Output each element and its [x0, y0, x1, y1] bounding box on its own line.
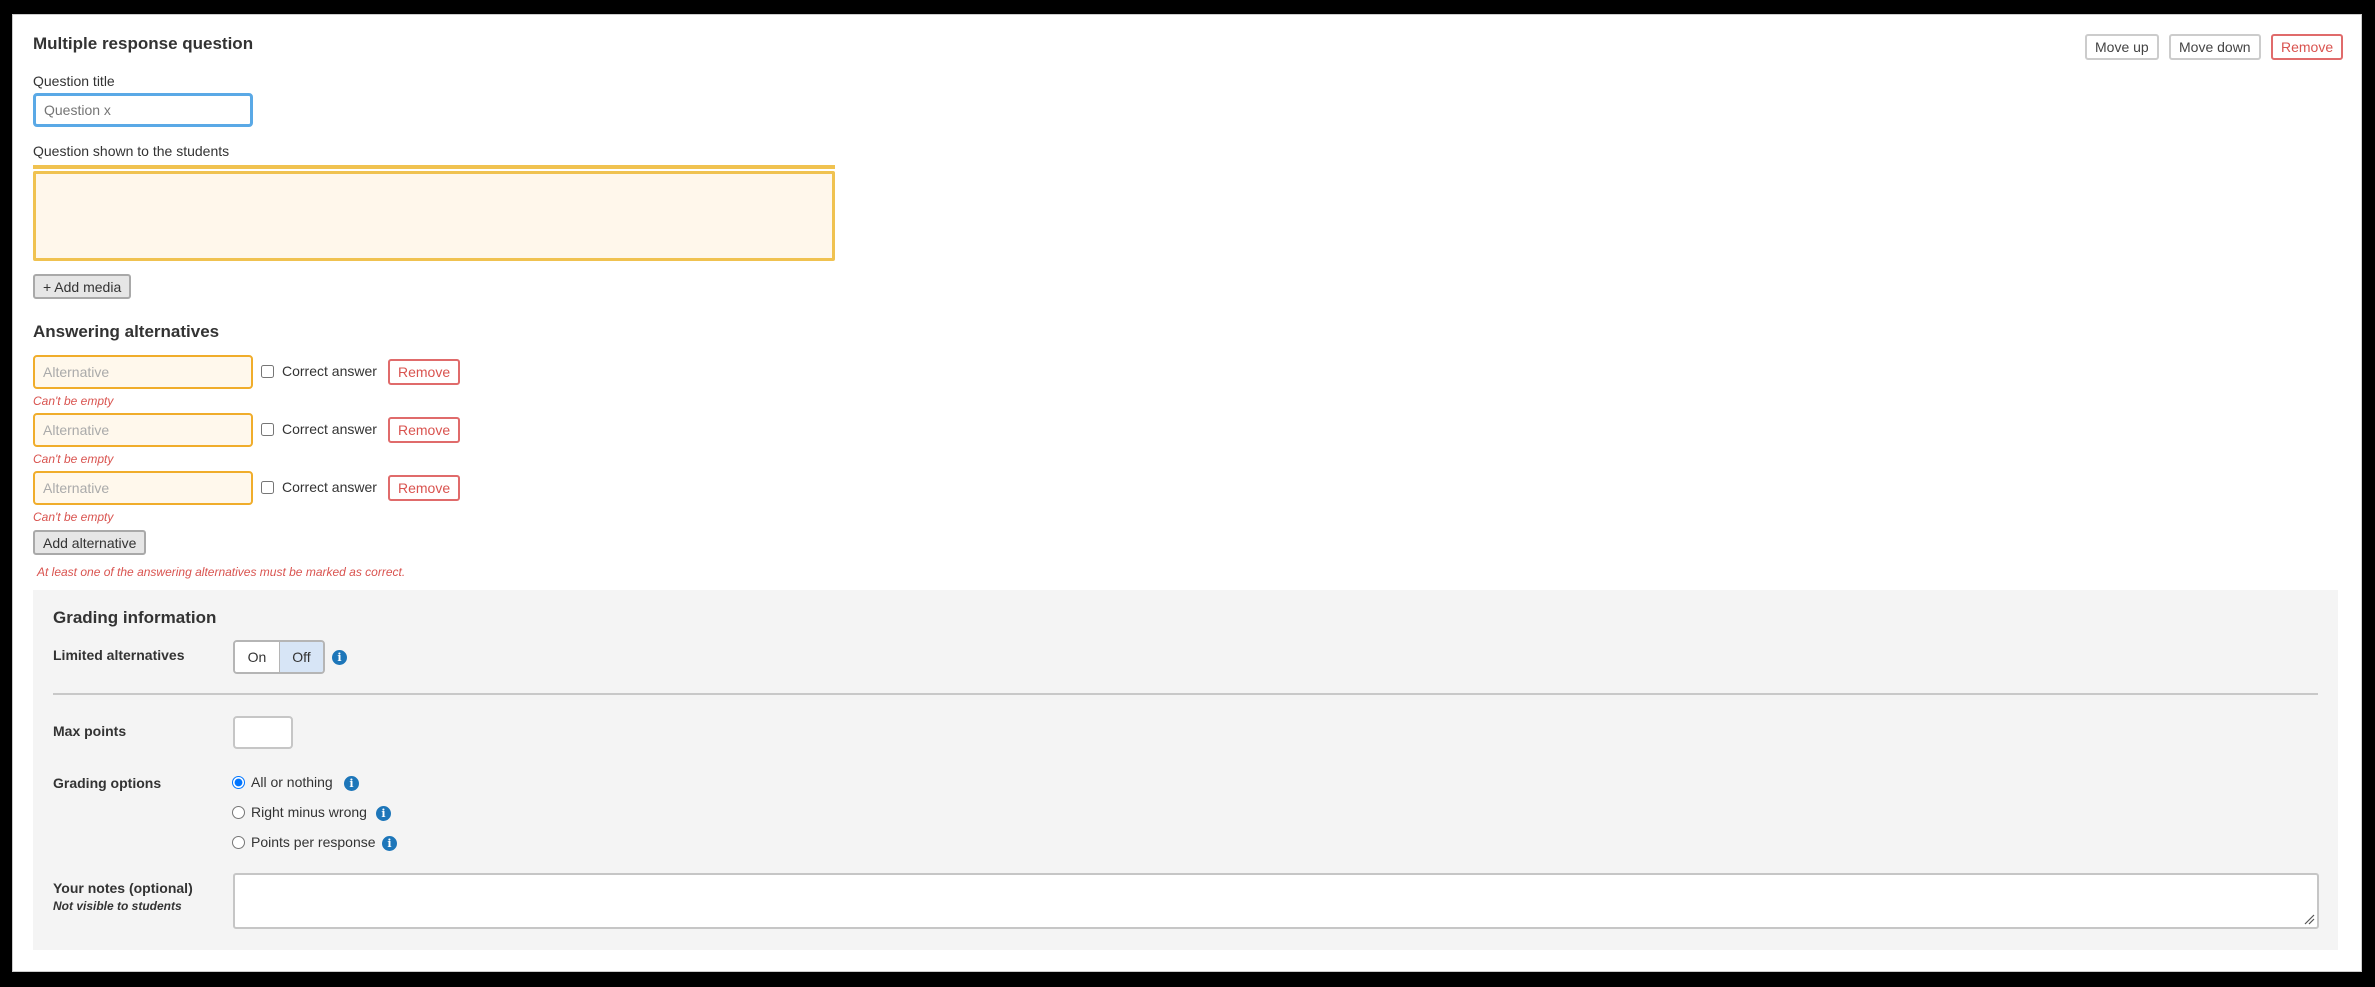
- correct-answer-check[interactable]: [261, 422, 274, 436]
- alternatives-validation-error: At least one of the answering alternativ…: [37, 565, 406, 579]
- grading-divider: [53, 693, 2318, 695]
- question-panel: Multiple response question Move up Move …: [12, 14, 2362, 972]
- question-title-input[interactable]: [33, 93, 253, 127]
- radio-button[interactable]: [232, 775, 245, 789]
- grading-heading: Grading information: [53, 608, 217, 627]
- correct-answer-label: Correct answer: [282, 363, 377, 379]
- add-alternative-button[interactable]: Add alternative: [33, 530, 147, 555]
- grading-options-label: Grading options: [53, 775, 162, 791]
- move-up-button[interactable]: Move up: [2085, 34, 2159, 60]
- question-text-editor[interactable]: [33, 171, 835, 261]
- max-points-label: Max points: [53, 723, 127, 739]
- max-points-input[interactable]: [233, 716, 293, 749]
- remove-alternative-button[interactable]: Remove: [388, 359, 461, 385]
- correct-answer-checkbox[interactable]: Correct answer: [261, 363, 377, 379]
- grading-option-label: Right minus wrong: [251, 804, 367, 820]
- info-icon[interactable]: i: [376, 806, 391, 821]
- add-media-button[interactable]: + Add media: [33, 274, 132, 299]
- limited-alternatives-toggle[interactable]: On Off: [233, 640, 325, 674]
- correct-answer-checkbox[interactable]: Correct answer: [261, 421, 377, 437]
- resize-handle-icon[interactable]: [2303, 913, 2315, 925]
- alternative-error: Can't be empty: [33, 452, 114, 466]
- radio-button[interactable]: [232, 835, 245, 849]
- remove-alternative-button[interactable]: Remove: [388, 475, 461, 501]
- correct-answer-checkbox[interactable]: Correct answer: [261, 479, 377, 495]
- correct-answer-label: Correct answer: [282, 421, 377, 437]
- correct-answer-check[interactable]: [261, 480, 274, 494]
- correct-answer-label: Correct answer: [282, 479, 377, 495]
- grading-option-label: Points per response: [251, 834, 376, 850]
- question-shown-label: Question shown to the students: [33, 143, 230, 159]
- alternative-error: Can't be empty: [33, 394, 114, 408]
- grading-section: Grading information Limited alternatives…: [33, 590, 2338, 950]
- remove-question-button[interactable]: Remove: [2271, 34, 2344, 60]
- remove-alternative-button[interactable]: Remove: [388, 417, 461, 443]
- info-icon[interactable]: i: [332, 650, 347, 665]
- toggle-off-option[interactable]: Off: [280, 642, 323, 672]
- question-heading: Multiple response question: [33, 34, 254, 53]
- notes-sublabel: Not visible to students: [53, 899, 182, 913]
- radio-button[interactable]: [232, 805, 245, 819]
- info-icon[interactable]: i: [344, 776, 359, 791]
- answering-alternatives-heading: Answering alternatives: [33, 322, 220, 341]
- grading-option-label: All or nothing: [251, 774, 333, 790]
- question-title-label: Question title: [33, 73, 115, 89]
- notes-textarea[interactable]: [233, 873, 2319, 929]
- grading-option-points-per-response[interactable]: Points per response: [232, 834, 376, 850]
- correct-answer-check[interactable]: [261, 364, 274, 378]
- move-down-button[interactable]: Move down: [2169, 34, 2261, 60]
- info-icon[interactable]: i: [382, 836, 397, 851]
- alternative-input[interactable]: [33, 413, 253, 447]
- alternative-input[interactable]: [33, 355, 253, 389]
- limited-alternatives-label: Limited alternatives: [53, 647, 185, 663]
- toggle-on-option[interactable]: On: [235, 642, 280, 672]
- grading-option-right-minus-wrong[interactable]: Right minus wrong: [232, 804, 367, 820]
- alternative-error: Can't be empty: [33, 510, 114, 524]
- alternative-input[interactable]: [33, 471, 253, 505]
- grading-option-all-or-nothing[interactable]: All or nothing: [232, 774, 333, 790]
- notes-label: Your notes (optional): [53, 880, 193, 896]
- editor-toolbar: [33, 165, 835, 169]
